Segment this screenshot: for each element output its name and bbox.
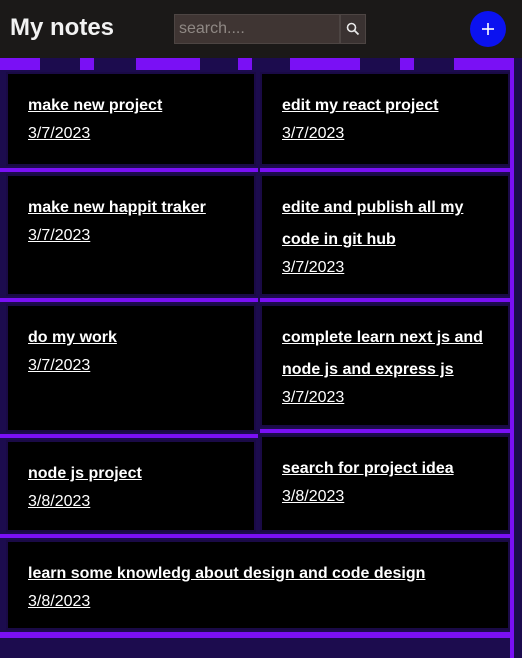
add-note-button[interactable] <box>470 11 506 47</box>
border-dash <box>0 434 258 438</box>
note-card[interactable]: search for project idea 3/8/2023 <box>260 435 510 532</box>
border-dash <box>0 298 258 302</box>
border-dash <box>0 534 514 538</box>
border-dash <box>0 632 514 638</box>
note-date: 3/7/2023 <box>28 227 91 244</box>
border-dash <box>290 58 360 70</box>
note-card[interactable]: edit my react project 3/7/2023 <box>260 72 510 166</box>
note-card[interactable]: edite and publish all my code in git hub… <box>260 174 510 296</box>
note-title[interactable]: search for project idea <box>282 453 488 485</box>
border-dash <box>260 168 514 172</box>
border-dash <box>400 58 414 70</box>
note-title[interactable]: make new project <box>28 90 234 122</box>
border-dash <box>454 58 514 70</box>
note-date: 3/8/2023 <box>282 488 345 505</box>
note-card[interactable]: make new happit traker 3/7/2023 <box>6 174 256 296</box>
note-title[interactable]: complete learn next js and node js and e… <box>282 322 488 386</box>
note-date: 3/7/2023 <box>28 357 91 374</box>
note-date: 3/7/2023 <box>28 125 91 142</box>
note-date: 3/7/2023 <box>282 125 345 142</box>
search-icon <box>346 22 360 36</box>
note-card[interactable]: complete learn next js and node js and e… <box>260 304 510 427</box>
note-title[interactable]: edite and publish all my code in git hub <box>282 192 488 256</box>
note-card[interactable]: node js project 3/8/2023 <box>6 440 256 532</box>
app-title: My notes <box>10 14 115 41</box>
border-dash <box>0 168 258 172</box>
border-dash <box>80 58 94 70</box>
note-title[interactable]: edit my react project <box>282 90 488 122</box>
note-card[interactable]: make new project 3/7/2023 <box>6 72 256 166</box>
note-date: 3/8/2023 <box>28 593 91 610</box>
note-title[interactable]: learn some knowledg about design and cod… <box>28 558 488 590</box>
search-input[interactable] <box>174 14 340 44</box>
border-dash <box>260 298 514 302</box>
note-card[interactable]: do my work 3/7/2023 <box>6 304 256 432</box>
border-dash <box>0 58 40 70</box>
note-date: 3/7/2023 <box>282 259 345 276</box>
note-date: 3/7/2023 <box>282 389 345 406</box>
note-title[interactable]: make new happit traker <box>28 192 234 224</box>
note-card[interactable]: learn some knowledg about design and cod… <box>6 540 510 630</box>
plus-icon <box>482 23 494 35</box>
border-dash <box>136 58 200 70</box>
border-dash <box>260 429 514 433</box>
border-dash <box>238 58 252 70</box>
app-header: My notes <box>0 0 522 58</box>
border-dash <box>510 58 514 658</box>
note-title[interactable]: node js project <box>28 458 234 490</box>
notes-grid: make new project 3/7/2023 edit my react … <box>0 58 522 658</box>
search-button[interactable] <box>340 14 366 44</box>
note-date: 3/8/2023 <box>28 493 91 510</box>
note-title[interactable]: do my work <box>28 322 234 354</box>
